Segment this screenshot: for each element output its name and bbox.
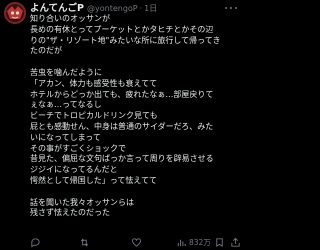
retweet-icon xyxy=(80,238,89,246)
more-options-button[interactable] xyxy=(225,4,237,12)
post-text-line: その事がすごくショックで xyxy=(30,143,126,153)
retweet-button[interactable] xyxy=(79,236,92,248)
post-text-line: たのだが xyxy=(30,46,62,56)
more-horizontal-icon xyxy=(225,6,228,10)
post-text-line: 愕然として帰国した」って怯えてて xyxy=(30,175,157,185)
bookmark-icon xyxy=(216,237,223,247)
avatar[interactable] xyxy=(4,2,26,24)
post-text-line: 屁とも感動せん、中身は普通のサイダーだろ、みた xyxy=(30,121,214,131)
post[interactable]: よんてんごP @yontengoP · 1日 知り合いのオッサンが 長めの有休と… xyxy=(0,0,241,250)
views-count: 832万 xyxy=(189,237,211,247)
post-text-line: りの"ザ・リゾート地"みたいな所に旅行して帰ってき xyxy=(30,35,221,45)
post-text-line: ぇなぁ…ってなるし xyxy=(30,100,102,110)
post-text-line: ジジイになってるんだと xyxy=(30,165,118,175)
post-text-line: 「アカン、体力も感受性も衰えてて xyxy=(30,78,158,88)
avatar-image xyxy=(4,2,26,24)
post-text-line: いになってしまって xyxy=(30,132,101,142)
post-text-line: 残さず怯えたのだった xyxy=(30,208,110,218)
reply-icon xyxy=(31,237,40,248)
post-text-line: 昔見た、偏屈な文句ばっか言って周りを辟易させる xyxy=(30,154,214,164)
bookmark-button[interactable] xyxy=(214,236,227,248)
share-icon xyxy=(231,237,240,247)
reply-button[interactable] xyxy=(30,236,43,248)
post-text-line: ホテルからどっか出ても、疲れたなぁ…部屋戻りて xyxy=(30,89,214,99)
like-button[interactable] xyxy=(131,236,144,248)
post-text-line: 知り合いのオッサンが xyxy=(30,14,110,23)
post-text-line: 苦虫を噛んだように xyxy=(30,67,102,77)
post-text-line: ビーチでトロピカルドリンク見ても xyxy=(30,111,158,121)
post-body: 知り合いのオッサンが 長めの有休とってプーケットとかタヒチとかその辺 りの"ザ・… xyxy=(30,14,240,219)
post-text-line: 長めの有休とってプーケットとかタヒチとかその辺 xyxy=(30,24,214,34)
share-button[interactable] xyxy=(230,236,243,248)
post-text-line: 話を聞いた我々オッサンらは xyxy=(30,197,134,207)
views-button[interactable]: 832万 xyxy=(176,236,211,248)
post-action-bar: 832万 xyxy=(30,236,240,248)
heart-icon xyxy=(131,237,142,247)
post-text-blank-line xyxy=(30,187,240,198)
more-horizontal-icon-dot xyxy=(229,6,233,10)
more-horizontal-icon-dot xyxy=(234,6,237,10)
views-chart-icon xyxy=(177,239,186,246)
post-text-blank-line xyxy=(30,57,240,68)
